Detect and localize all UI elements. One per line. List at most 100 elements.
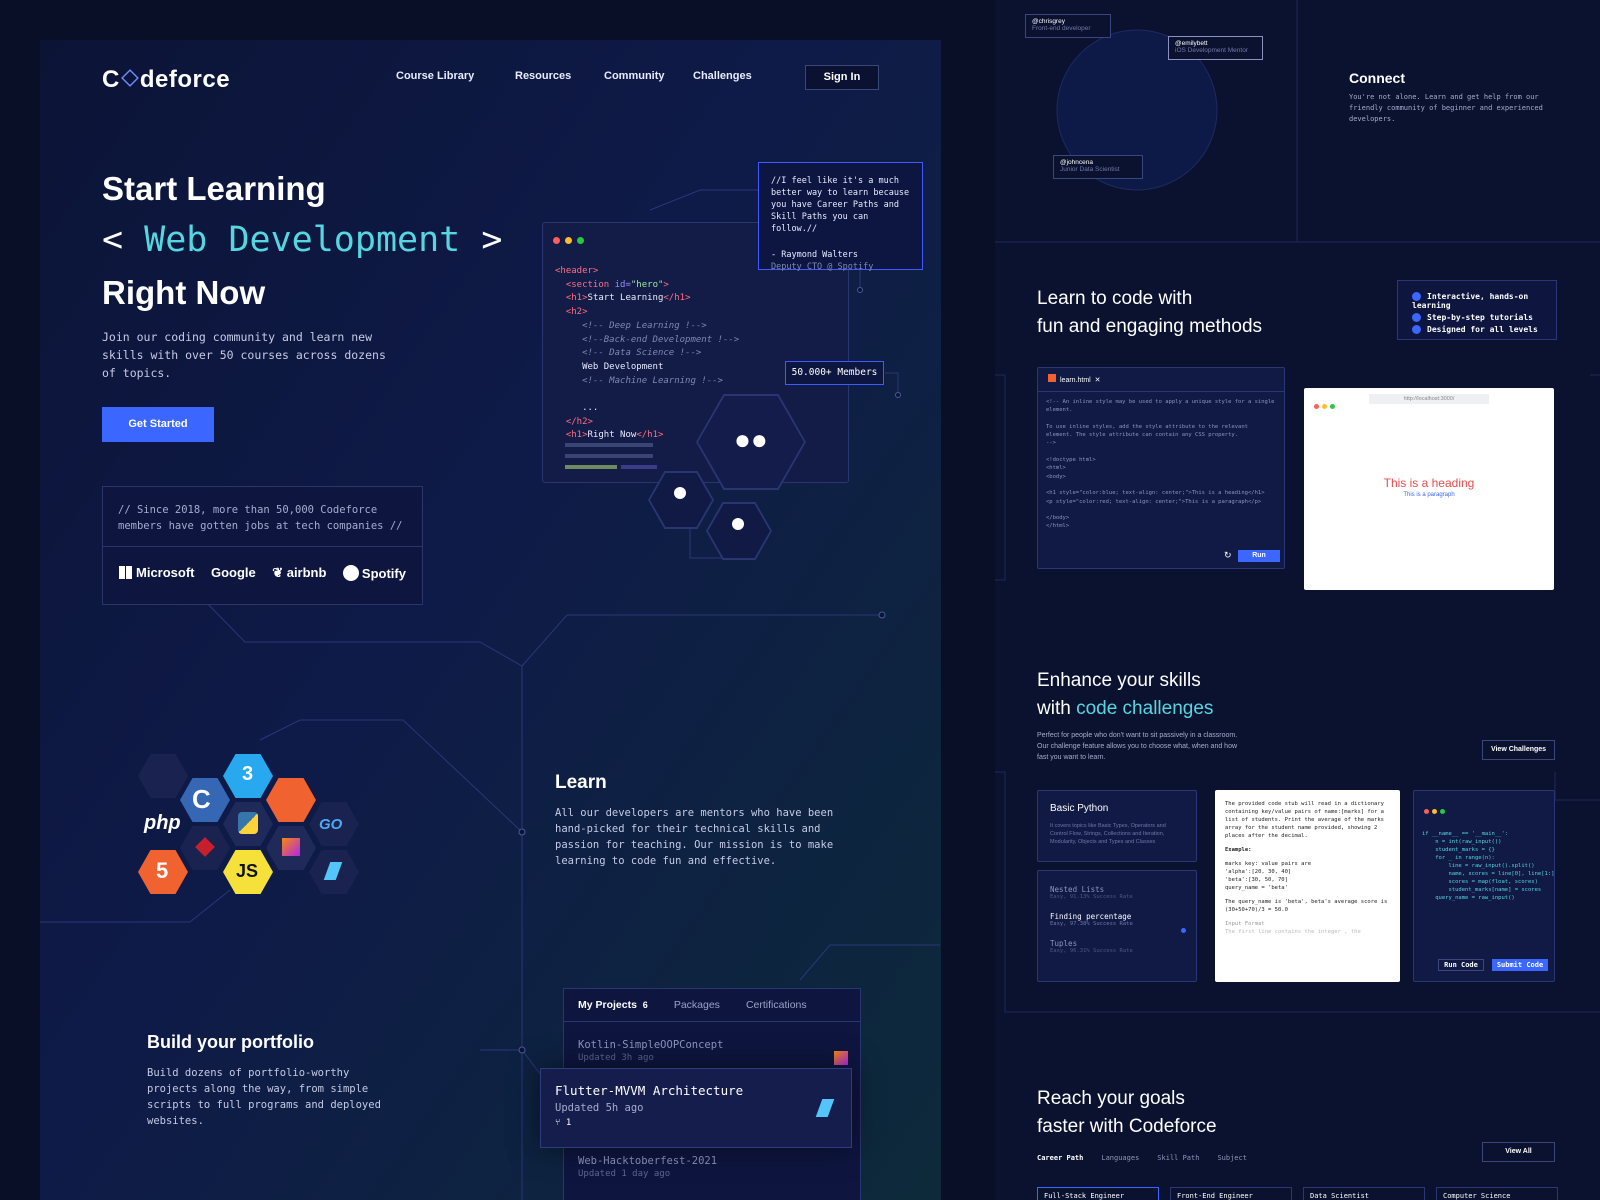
- spotify-logo: Spotify: [342, 565, 406, 581]
- javascript-icon: JS: [223, 850, 273, 894]
- hero-title-line2: < Web Development >: [102, 220, 503, 260]
- tab-packages[interactable]: Packages: [674, 999, 720, 1011]
- feature-checklist: Interactive, hands-on learning Step-by-s…: [1397, 280, 1557, 340]
- code-line: <html>: [1046, 465, 1066, 472]
- tab-career-path[interactable]: Career Path: [1037, 1154, 1083, 1162]
- flutter-icon: [309, 850, 359, 894]
- learn-title: Learn: [555, 772, 607, 793]
- html5-icon: [1048, 374, 1056, 382]
- window-controls: [1414, 791, 1554, 826]
- challenge-item[interactable]: Tuples Easy, 96.31% Success Rate: [1050, 939, 1184, 954]
- user-tag: @emilybett iOS Development Mentor: [1168, 36, 1263, 60]
- code-skeleton-bar: [621, 465, 657, 469]
- url-bar[interactable]: http://localhost:3000/: [1369, 394, 1489, 404]
- csharp-icon: C: [180, 778, 230, 822]
- brand-logo[interactable]: Cdeforce: [102, 66, 230, 94]
- goals-title-line1: Reach your goals: [1037, 1088, 1185, 1109]
- code-line: </html>: [1046, 523, 1070, 530]
- testimonial-text: //I feel like it's a much better way to …: [771, 176, 910, 234]
- tab-subject[interactable]: Subject: [1217, 1154, 1247, 1162]
- challenges-title-line1: Enhance your skills: [1037, 670, 1201, 691]
- nav-community[interactable]: Community: [604, 70, 665, 82]
- nav-course-library[interactable]: Course Library: [396, 70, 474, 82]
- solution-editor[interactable]: if __name__ == '__main__': n = int(raw_i…: [1413, 790, 1555, 982]
- testimonial-card: //I feel like it's a much better way to …: [758, 162, 923, 272]
- code-line: </body>: [1046, 515, 1070, 522]
- code-line: -->: [1046, 440, 1056, 447]
- airbnb-icon: ❦: [272, 565, 284, 580]
- goal-card[interactable]: Data Scientist: [1303, 1187, 1425, 1200]
- portfolio-description: Build dozens of portfolio-worthy project…: [147, 1067, 381, 1127]
- code-skeleton-bar: [565, 454, 653, 458]
- preview-paragraph: This is a paragraph: [1403, 492, 1455, 498]
- goal-tabs: Career Path Languages Skill Path Subject: [1037, 1154, 1247, 1162]
- course-card[interactable]: Basic Python It covers topics like Basic …: [1037, 790, 1197, 862]
- html5-icon: 5: [138, 850, 188, 894]
- nav-challenges[interactable]: Challenges: [693, 70, 752, 82]
- refresh-icon[interactable]: ↻: [1224, 550, 1232, 561]
- user-icon: [732, 518, 744, 530]
- kotlin-icon: [834, 1051, 848, 1065]
- language-hex-cluster: C 3 php GO 5 JS: [130, 750, 370, 910]
- get-started-button[interactable]: Get Started: [102, 407, 214, 442]
- tab-skill-path[interactable]: Skill Path: [1157, 1154, 1199, 1162]
- brand-diamond-icon: [120, 69, 139, 87]
- checklist-item: Step-by-step tutorials: [1412, 313, 1542, 322]
- challenges-title-line2: with code challenges: [1037, 698, 1214, 719]
- goal-card[interactable]: Front-End Engineer: [1170, 1187, 1292, 1200]
- testimonial-role: Deputy CTO @ Spotify: [771, 262, 874, 272]
- features-panel: @chrisgrey Front-end developer @emilybett…: [995, 0, 1600, 1200]
- goal-card[interactable]: Full-Stack Engineer: [1037, 1187, 1159, 1200]
- python-code[interactable]: if __name__ == '__main__': n = int(raw_i…: [1414, 826, 1554, 906]
- connect-description: You're not alone. Learn and get help fro…: [1349, 93, 1543, 123]
- submit-code-button[interactable]: Submit Code: [1492, 959, 1548, 971]
- challenge-item[interactable]: Nested Lists Easy, 91.13% Success Rate: [1050, 885, 1184, 900]
- window-controls: [1304, 388, 1350, 422]
- project-item[interactable]: Kotlin-SimpleOOPConcept Updated 3h ago: [578, 1039, 723, 1063]
- featured-project-card[interactable]: Flutter-MVVM Architecture Updated 5h ago…: [540, 1068, 852, 1148]
- checklist-item: Interactive, hands-on learning: [1412, 292, 1529, 310]
- mysql-icon: [138, 754, 188, 798]
- project-tabs: My Projects 6 Packages Certifications: [564, 989, 860, 1022]
- fork-icon: ⑂: [555, 1118, 561, 1128]
- problem-statement: The provided code stub will read in a di…: [1215, 790, 1400, 982]
- code-line: <body>: [1046, 473, 1066, 480]
- sign-in-button[interactable]: Sign In: [805, 65, 879, 90]
- since-card: // Since 2018, more than 50,000 Codeforc…: [102, 486, 423, 605]
- code-skeleton-bar: [565, 443, 653, 447]
- user-tag: @chrisgrey Front-end developer: [1025, 14, 1111, 38]
- challenge-item[interactable]: Finding percentage Easy, 97.38% Success R…: [1050, 912, 1184, 927]
- spotify-icon: [342, 565, 359, 581]
- checklist-item: Designed for all levels: [1412, 325, 1542, 334]
- challenges-description: Perfect for people who don't want to sit…: [1037, 732, 1238, 761]
- check-icon: [1412, 325, 1421, 334]
- goal-card[interactable]: Computer Science: [1436, 1187, 1558, 1200]
- user-icon: [674, 487, 686, 499]
- nav-resources[interactable]: Resources: [515, 70, 571, 82]
- landing-hero-panel: Cdeforce Course Library Resources Commun…: [40, 40, 941, 1200]
- hero-title-line3: Right Now: [102, 274, 266, 311]
- css3-icon: 3: [223, 754, 273, 798]
- check-icon: [1412, 292, 1421, 301]
- hero-title-line1: Start Learning: [102, 170, 326, 207]
- close-icon[interactable]: ✕: [1095, 377, 1101, 384]
- learn-description: All our developers are mentors who have …: [555, 807, 834, 867]
- fork-count: ⑂ 1: [555, 1118, 572, 1128]
- tab-languages[interactable]: Languages: [1101, 1154, 1139, 1162]
- airbnb-logo: ❦ airbnb: [272, 565, 327, 580]
- group-icon: ●●: [734, 424, 768, 455]
- view-challenges-button[interactable]: View Challenges: [1482, 740, 1555, 760]
- php-icon: php: [144, 812, 181, 834]
- tab-certifications[interactable]: Certifications: [746, 999, 807, 1011]
- run-button[interactable]: Run: [1238, 550, 1280, 562]
- view-all-button[interactable]: View All: [1482, 1142, 1555, 1162]
- ruby-icon: [180, 826, 230, 870]
- editor-code[interactable]: <!-- An inline style may be used to appl…: [1038, 392, 1284, 537]
- featured-project-time: Updated 5h ago: [555, 1102, 644, 1114]
- hero-description: Join our coding community and learn new …: [102, 330, 386, 380]
- run-code-button[interactable]: Run Code: [1438, 959, 1484, 971]
- project-item[interactable]: Web-Hacktoberfest-2021 Updated 1 day ago: [578, 1155, 717, 1179]
- tab-my-projects[interactable]: My Projects 6: [578, 999, 648, 1011]
- editor-tab[interactable]: learn.html ✕: [1038, 368, 1284, 392]
